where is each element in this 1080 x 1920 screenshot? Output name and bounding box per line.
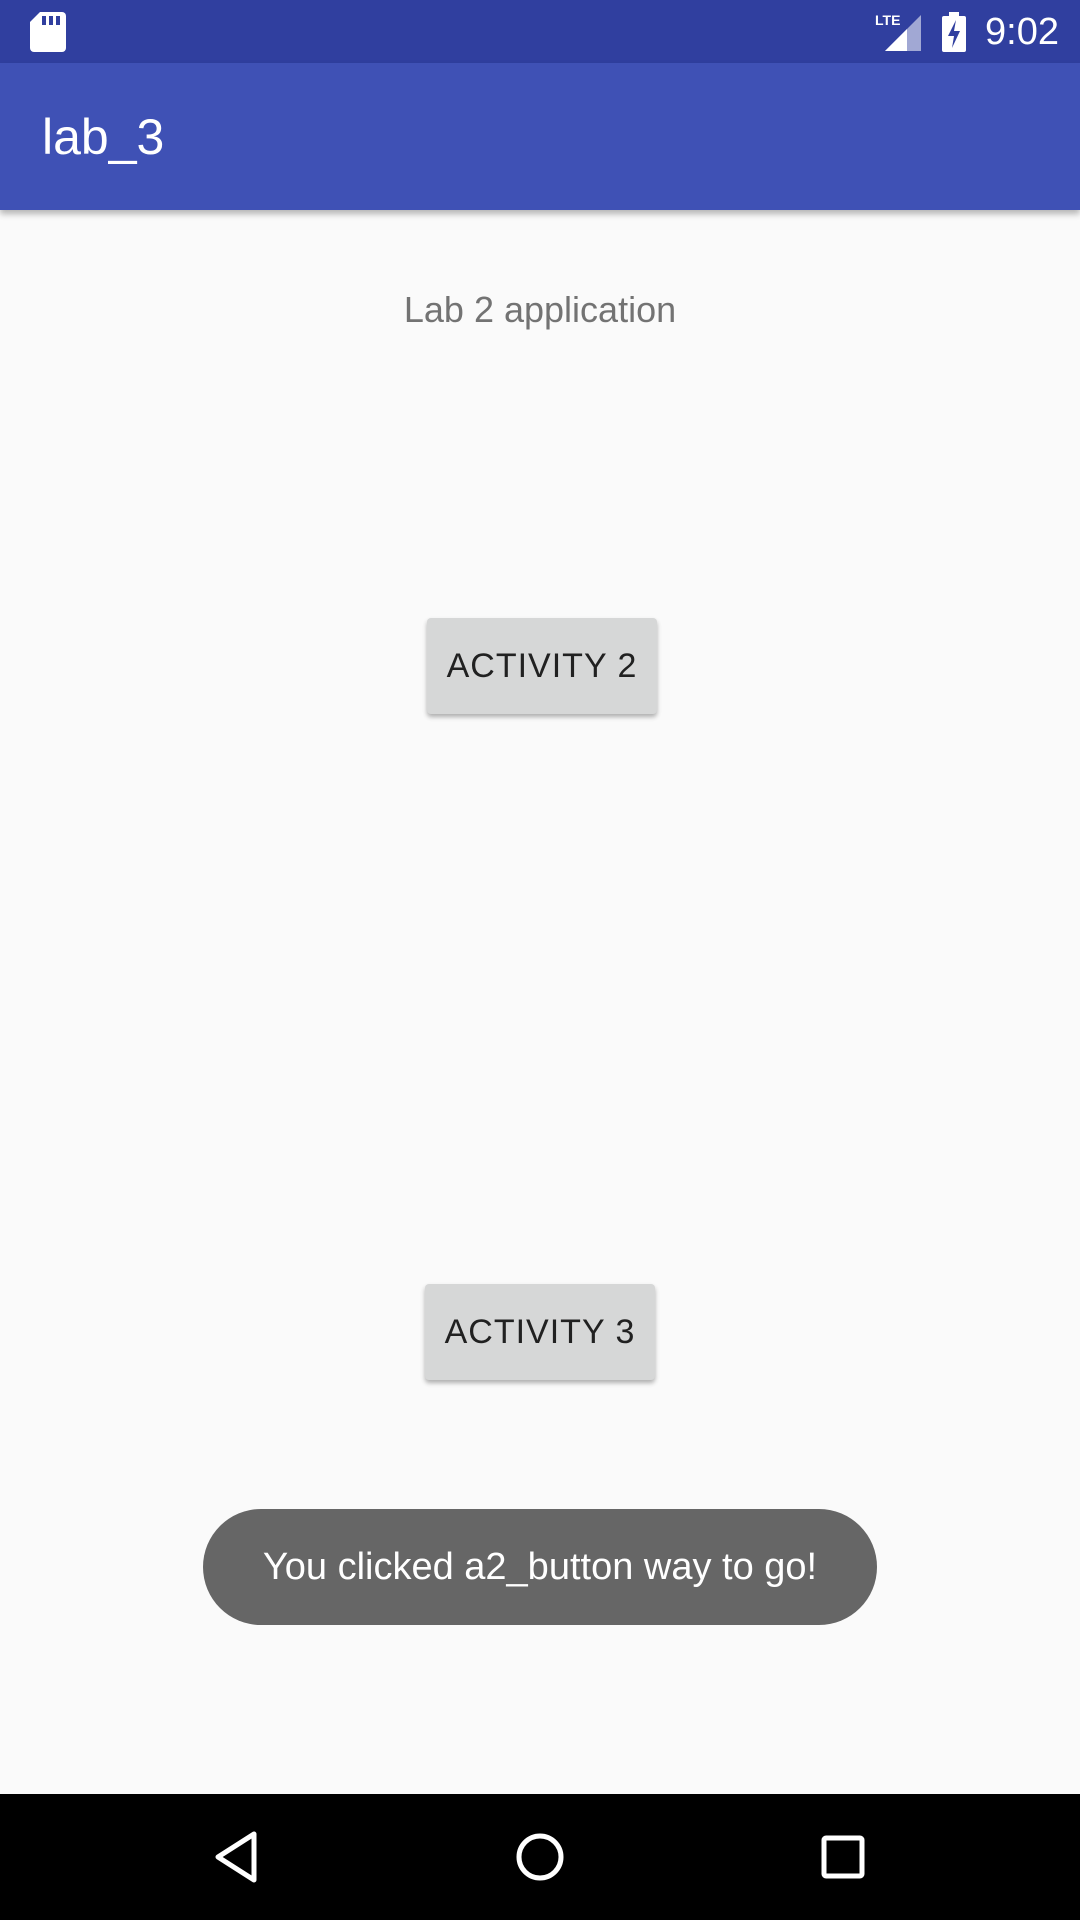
page-subtitle: Lab 2 application [403, 289, 677, 330]
recents-icon[interactable] [810, 1824, 876, 1890]
back-icon[interactable] [204, 1824, 270, 1890]
status-bar: LTE 9:02 [0, 0, 1080, 63]
home-icon[interactable] [507, 1824, 573, 1890]
activity-2-button[interactable]: ACTIVITY 2 [427, 618, 657, 714]
app-title: lab_3 [42, 109, 165, 165]
toast-message: You clicked a2_button way to go! [203, 1509, 877, 1625]
sd-card-icon [30, 12, 66, 52]
activity-3-button[interactable]: ACTIVITY 3 [425, 1284, 655, 1380]
lte-label: LTE [875, 12, 900, 28]
lte-signal-icon: LTE [875, 12, 921, 51]
navigation-bar [0, 1794, 1080, 1920]
app-bar: lab_3 [0, 63, 1080, 210]
battery-charging-icon [942, 12, 966, 52]
status-time: 9:02 [985, 11, 1059, 53]
